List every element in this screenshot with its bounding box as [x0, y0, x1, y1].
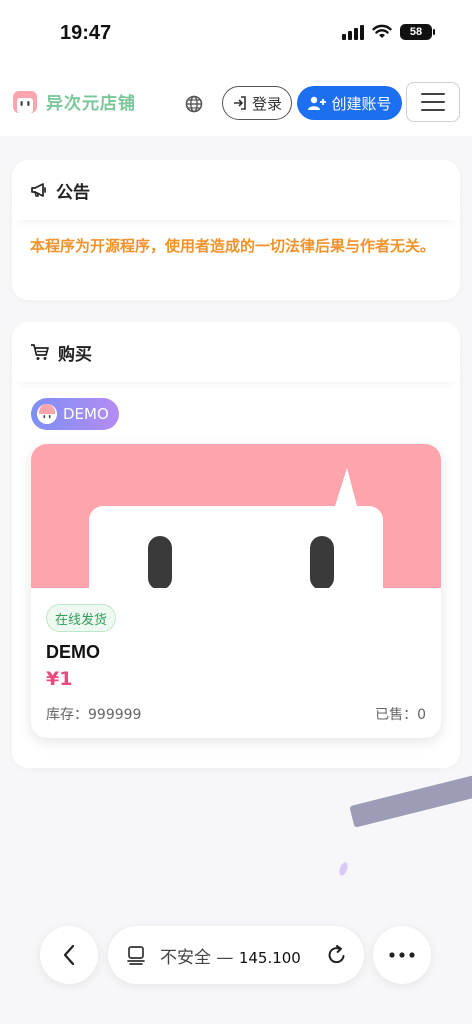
register-label: 创建账号	[331, 94, 392, 113]
brand-name: 异次元店铺	[46, 93, 136, 114]
signal-icon	[342, 24, 364, 40]
category-label: DEMO	[63, 405, 109, 423]
chevron-left-icon	[63, 944, 75, 966]
navbar: 异次元店铺 登录 创建账号	[0, 68, 472, 136]
login-button[interactable]: 登录	[222, 86, 292, 120]
shop-title: 购买	[58, 344, 92, 365]
login-label: 登录	[251, 94, 282, 113]
browser-toolbar: 不安全 — 145.100	[0, 920, 472, 1024]
megaphone-icon	[31, 183, 46, 197]
decorative-bar	[349, 772, 472, 828]
wifi-icon	[372, 24, 392, 38]
brand-link[interactable]: 异次元店铺	[12, 88, 136, 114]
user-plus-icon	[308, 96, 327, 110]
url-host: 145.100	[238, 948, 301, 967]
notice-title: 公告	[56, 182, 90, 203]
more-dots-icon	[389, 952, 415, 958]
product-sold: 已售：0	[375, 707, 426, 723]
status-bar: 19:47 58	[0, 0, 472, 68]
shop-header: 购买	[12, 322, 460, 382]
url-text: 不安全 — 145.100	[160, 943, 301, 968]
category-avatar-icon	[37, 404, 57, 424]
shop-card: 购买 DEMO 在线发货 DEMO ¥1 库存：999999 已售：0	[12, 322, 460, 768]
tabs-icon	[127, 946, 145, 965]
back-button[interactable]	[40, 926, 98, 984]
cart-icon	[31, 344, 49, 360]
product-price: ¥1	[46, 668, 73, 690]
product-stock: 库存：999999	[46, 707, 142, 723]
address-bar[interactable]: 不安全 — 145.100	[108, 926, 364, 984]
product-image	[31, 444, 441, 588]
battery-indicator: 58	[400, 24, 435, 40]
login-icon	[233, 96, 246, 110]
hamburger-icon	[421, 93, 445, 95]
product-card[interactable]: 在线发货 DEMO ¥1 库存：999999 已售：0	[31, 444, 441, 738]
notice-text: 本程序为开源程序，使用者造成的一切法律后果与作者无关。	[30, 237, 436, 255]
status-icons: 58	[342, 24, 435, 40]
register-button[interactable]: 创建账号	[297, 86, 402, 120]
category-tab-demo[interactable]: DEMO	[31, 398, 119, 430]
notice-header: 公告	[12, 160, 460, 220]
reload-icon[interactable]	[326, 944, 348, 966]
more-options-button[interactable]	[373, 926, 431, 984]
brand-logo-icon	[13, 91, 37, 113]
globe-icon[interactable]	[184, 94, 204, 114]
product-mascot-icon	[89, 468, 383, 588]
product-name: DEMO	[46, 642, 100, 662]
hamburger-menu-button[interactable]	[406, 82, 460, 122]
delivery-badge: 在线发货	[46, 604, 117, 632]
url-security-label: 不安全 —	[160, 947, 239, 968]
decorative-drop	[337, 861, 350, 877]
status-time: 19:47	[60, 22, 112, 44]
notice-card: 公告 本程序为开源程序，使用者造成的一切法律后果与作者无关。	[12, 160, 460, 300]
